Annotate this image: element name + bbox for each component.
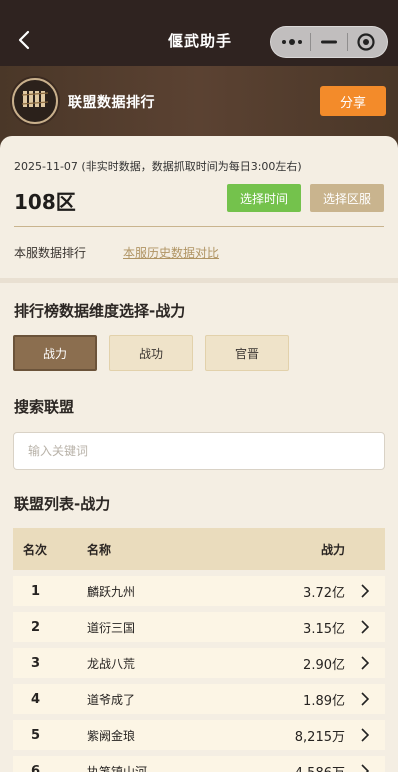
chevron-right-icon: [345, 656, 385, 670]
alliance-table: 名次 名称 战力 1 麟跃九州 3.72亿 2 道衍三国 3.15亿 3 龙战八…: [13, 528, 385, 772]
capsule-divider: [347, 33, 348, 51]
header-power: 战力: [320, 542, 345, 557]
table-row[interactable]: 4 道爷成了 1.89亿: [13, 684, 385, 714]
history-compare-link[interactable]: 本服历史数据对比: [123, 244, 219, 261]
row-name: 紫阙金琅: [87, 728, 136, 743]
share-button[interactable]: 分享: [320, 86, 386, 116]
chevron-right-icon: [345, 584, 385, 598]
table-header: 名次 名称 战力: [13, 528, 385, 570]
chevron-left-icon: [18, 30, 30, 54]
table-row[interactable]: 6 执笔镇山河 4,586万: [13, 756, 385, 772]
divider: [14, 226, 384, 227]
dimension-merit-button[interactable]: 战功: [109, 335, 193, 371]
page-title: 联盟数据排行: [68, 95, 155, 111]
row-power: 1.89亿: [303, 693, 345, 709]
row-power: 4,586万: [213, 762, 345, 772]
row-rank: 4: [31, 691, 41, 707]
row-name: 道爷成了: [87, 692, 136, 707]
list-section-title: 联盟列表-战力: [14, 495, 111, 513]
chevron-right-icon: [345, 728, 385, 742]
close-target-icon[interactable]: [355, 31, 377, 53]
dimension-section-title: 排行榜数据维度选择-战力: [14, 302, 186, 320]
dimension-promotion-button[interactable]: 官晋: [205, 335, 289, 371]
app-title: 偃武助手: [167, 32, 232, 50]
data-date-info: 2025-11-07 (非实时数据，数据抓取时间为每日3:00左右): [14, 160, 302, 173]
back-button[interactable]: [10, 26, 38, 58]
row-power: 3.72亿: [303, 585, 345, 601]
select-time-button[interactable]: 选择时间: [227, 184, 301, 212]
search-section-title: 搜索联盟: [14, 398, 75, 416]
alliance-logo: [12, 78, 58, 124]
dimension-power-button[interactable]: 战力: [13, 335, 97, 371]
search-input[interactable]: [13, 432, 385, 470]
capsule-divider: [310, 33, 311, 51]
more-options-icon[interactable]: [281, 31, 303, 53]
top-navigation-bar: 偃武助手: [0, 0, 398, 66]
mini-program-capsule: [270, 26, 388, 58]
table-row[interactable]: 3 龙战八荒 2.90亿: [13, 648, 385, 678]
header-banner: 联盟数据排行 分享: [0, 66, 398, 146]
row-power: 8,215万: [294, 729, 345, 745]
row-name: 执笔镇山河: [87, 764, 148, 772]
chevron-right-icon: [345, 764, 385, 772]
scroll-bamboo-icon: [21, 88, 49, 114]
select-server-button[interactable]: 选择区服: [310, 184, 384, 212]
main-content: 2025-11-07 (非实时数据，数据抓取时间为每日3:00左右) 108区 …: [0, 136, 398, 772]
server-label: 108区: [14, 190, 76, 214]
row-power: 2.90亿: [303, 657, 345, 673]
row-rank: 2: [31, 619, 41, 635]
row-rank: 3: [31, 655, 41, 671]
row-rank: 6: [31, 763, 41, 772]
minimize-icon[interactable]: [318, 31, 340, 53]
header-name: 名称: [87, 542, 112, 557]
row-rank: 1: [31, 583, 41, 599]
row-rank: 5: [31, 727, 41, 743]
table-row[interactable]: 1 麟跃九州 3.72亿: [13, 576, 385, 606]
header-rank: 名次: [23, 542, 48, 557]
table-row[interactable]: 2 道衍三国 3.15亿: [13, 612, 385, 642]
tab-current-server-ranking[interactable]: 本服数据排行: [14, 244, 86, 261]
row-name: 道衍三国: [87, 620, 136, 635]
row-name: 龙战八荒: [87, 656, 136, 671]
row-name: 麟跃九州: [87, 584, 136, 599]
chevron-right-icon: [345, 620, 385, 634]
section-divider: [0, 278, 398, 283]
table-row[interactable]: 5 紫阙金琅 8,215万: [13, 720, 385, 750]
chevron-right-icon: [345, 692, 385, 706]
row-power: 3.15亿: [303, 621, 345, 637]
